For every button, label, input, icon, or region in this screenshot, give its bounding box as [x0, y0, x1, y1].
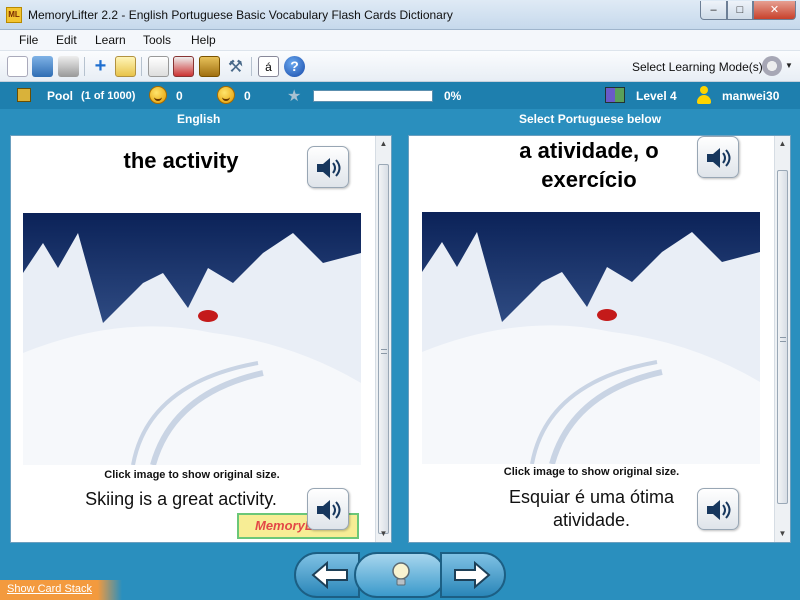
correct-count: 0: [176, 89, 183, 103]
speaker-icon: [707, 148, 731, 168]
question-word: the activity: [123, 148, 239, 173]
status-bar: Pool (1 of 1000) 0 0 ★ 0% Level 4 manwei…: [0, 82, 800, 109]
statistics-icon[interactable]: [173, 56, 194, 77]
answer-panel: a atividade, o exercício Click image to …: [408, 135, 791, 543]
correct-smiley-icon: [149, 86, 167, 104]
presentation-icon[interactable]: [148, 56, 169, 77]
lightbulb-icon: [392, 562, 410, 586]
next-card-button[interactable]: [440, 552, 506, 598]
menu-edit[interactable]: Edit: [56, 33, 77, 47]
minimize-button[interactable]: –: [700, 1, 727, 20]
answer-word: a atividade, o exercício: [519, 138, 659, 192]
menu-tools[interactable]: Tools: [143, 33, 171, 47]
toolbar: + ⚒ á ? Select Learning Mode(s) ▼: [0, 51, 800, 82]
question-example-sentence: Skiing is a great activity.: [85, 489, 277, 509]
answer-image[interactable]: [422, 212, 760, 464]
show-answer-button[interactable]: [354, 552, 446, 598]
level-label: Level 4: [636, 89, 677, 103]
scroll-up-icon[interactable]: ▲: [775, 136, 790, 152]
play-answer-audio-button[interactable]: [697, 136, 739, 178]
pool-label: Pool: [47, 89, 73, 103]
pool-count: (1 of 1000): [81, 90, 136, 102]
scroll-thumb[interactable]: [378, 164, 389, 534]
chevron-down-icon[interactable]: ▼: [785, 61, 793, 70]
speaker-icon: [317, 500, 341, 520]
gear-icon[interactable]: [762, 56, 782, 76]
special-char-icon[interactable]: á: [258, 56, 279, 77]
open-icon[interactable]: [32, 56, 53, 77]
question-scrollbar[interactable]: ▲ ▼: [375, 136, 391, 542]
user-icon: [696, 86, 712, 105]
new-icon[interactable]: [7, 56, 28, 77]
star-icon: ★: [287, 88, 302, 105]
progress-text: 0%: [444, 89, 462, 103]
print-cards-icon[interactable]: [199, 56, 220, 77]
question-image-caption: Click image to show original size.: [104, 469, 280, 481]
previous-card-button[interactable]: [294, 552, 360, 598]
level-boxes-icon: [605, 87, 625, 103]
select-learning-mode-button[interactable]: Select Learning Mode(s): [632, 60, 763, 74]
menu-help[interactable]: Help: [191, 33, 216, 47]
toolbar-separator: [141, 57, 142, 76]
username: manwei30: [722, 89, 780, 103]
menu-bar: File Edit Learn Tools Help: [0, 30, 800, 51]
answer-image-caption: Click image to show original size.: [503, 466, 680, 478]
add-card-icon[interactable]: +: [90, 56, 111, 77]
help-icon[interactable]: ?: [284, 56, 305, 77]
scroll-down-icon[interactable]: ▼: [376, 526, 391, 542]
show-card-stack-label: Show Card Stack: [7, 583, 92, 595]
arrow-right-icon: [454, 560, 491, 590]
answer-example-sentence: Esquiar é uma ótima atividade.: [508, 487, 675, 530]
scroll-thumb[interactable]: [777, 170, 788, 504]
toolbar-separator: [251, 57, 252, 76]
title-bar: ML MemoryLifter 2.2 - English Portuguese…: [0, 0, 800, 30]
arrow-left-icon: [311, 560, 348, 590]
menu-learn[interactable]: Learn: [95, 33, 126, 47]
print-icon[interactable]: [58, 56, 79, 77]
question-image[interactable]: [23, 213, 361, 465]
answer-scrollbar[interactable]: ▲ ▼: [774, 136, 790, 542]
app-logo-icon: ML: [6, 7, 22, 23]
settings-tools-icon[interactable]: ⚒: [225, 56, 246, 77]
close-button[interactable]: ✕: [753, 1, 796, 20]
edit-card-icon[interactable]: [115, 56, 136, 77]
speaker-icon: [317, 158, 341, 178]
show-card-stack-link[interactable]: Show Card Stack: [0, 580, 122, 600]
progress-bar: [313, 90, 433, 102]
play-question-audio-button[interactable]: [307, 146, 349, 188]
toolbar-separator: [84, 57, 85, 76]
answer-column-header: Select Portuguese below: [519, 112, 662, 126]
maximize-button[interactable]: □: [727, 1, 753, 20]
pool-icon: [17, 88, 31, 102]
scroll-down-icon[interactable]: ▼: [775, 526, 790, 542]
question-panel: the activity Click image to show origina…: [10, 135, 392, 543]
play-answer-example-audio-button[interactable]: [697, 488, 739, 530]
speaker-icon: [707, 500, 731, 520]
window-title: MemoryLifter 2.2 - English Portuguese Ba…: [28, 8, 453, 22]
menu-file[interactable]: File: [19, 33, 38, 47]
play-question-example-audio-button[interactable]: [307, 488, 349, 530]
question-column-header: English: [177, 112, 221, 126]
wrong-smiley-icon: [217, 86, 235, 104]
wrong-count: 0: [244, 89, 251, 103]
scroll-up-icon[interactable]: ▲: [376, 136, 391, 152]
